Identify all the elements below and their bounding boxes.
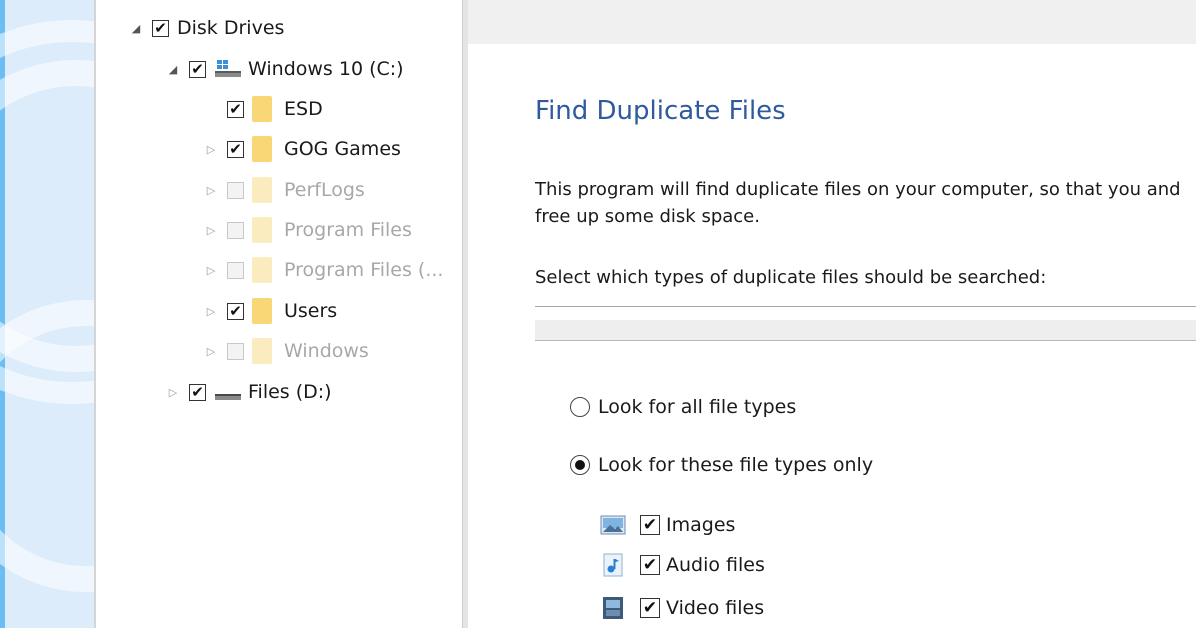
pane-splitter[interactable] [462,0,468,628]
folder-checkbox[interactable]: ✔ [227,140,244,158]
folder-icon [252,217,272,243]
files-drive-checkbox[interactable]: ✔ [189,383,206,401]
radio-selected-file-types[interactable]: Look for these file types only [570,452,873,478]
expand-arrow-icon[interactable]: ◢ [165,63,181,76]
radio-selected-dot [575,460,585,470]
audio-icon [600,553,626,577]
file-type-label: Audio files [666,554,765,576]
folder-checkbox[interactable]: ✔ [227,302,244,320]
tree-item-label: Files (D:) [248,381,332,403]
file-type-label: Images [666,514,736,536]
radio-label: Look for all file types [598,396,797,418]
file-type-audio[interactable]: ✔ Audio files [600,550,765,580]
folder-icon [252,257,272,283]
expand-arrow-icon[interactable]: ▷ [203,345,219,358]
expand-arrow-icon[interactable]: ▷ [203,224,219,237]
audio-files-checkbox[interactable]: ✔ [640,555,660,575]
background-arc [0,300,96,592]
windows-drive-checkbox[interactable]: ✔ [189,60,206,78]
tree-item-folder[interactable]: ▷ PerfLogs [203,175,365,205]
page-title: Find Duplicate Files [535,96,786,126]
expand-arrow-icon[interactable]: ◢ [128,22,144,35]
tree-item-folder[interactable]: ▷ ✔ Users [203,296,337,326]
separator-bar [535,320,1196,341]
file-types-label: Select which types of duplicate files sh… [535,267,1047,288]
radio-label: Look for these file types only [598,454,874,476]
expand-arrow-icon[interactable]: ▷ [203,264,219,277]
divider [535,306,1196,307]
folder-checkbox [227,261,244,279]
file-type-label: Video files [666,597,765,619]
tree-item-folder[interactable]: ▷ ✔ GOG Games [203,134,401,164]
windows-drive-icon [214,58,242,80]
images-checkbox[interactable]: ✔ [640,515,660,535]
tree-item-folder[interactable]: ▷ Program Files (... [203,255,443,285]
disk-drives-checkbox[interactable]: ✔ [152,19,169,37]
tree-item-label: Users [284,300,338,322]
hard-drive-icon [214,381,242,403]
tree-item-folder[interactable]: ✔ ESD [203,94,323,124]
tree-item-windows-drive[interactable]: ◢ ✔ Windows 10 (C:) [165,54,404,84]
tree-item-folder[interactable]: ▷ Program Files [203,215,412,245]
tree-item-files-drive[interactable]: ▷ ✔ Files (D:) [165,377,332,407]
folder-icon [252,177,272,203]
expand-arrow-icon[interactable]: ▷ [203,184,219,197]
tree-item-disk-drives[interactable]: ◢ ✔ Disk Drives [128,13,285,43]
folder-checkbox [227,221,244,239]
tree-item-label: Windows [284,340,369,362]
background-decoration [0,0,96,628]
file-type-video[interactable]: ✔ Video files [600,593,764,623]
folder-checkbox[interactable]: ✔ [227,100,244,118]
tree-item-label: ESD [284,98,323,120]
file-type-images[interactable]: ✔ Images [600,510,735,540]
radio-button[interactable] [570,397,590,417]
expand-arrow-icon[interactable]: ▷ [203,143,219,156]
radio-all-file-types[interactable]: Look for all file types [570,394,796,420]
expand-arrow-icon[interactable]: ▷ [165,386,181,399]
tree-item-label: GOG Games [284,138,401,160]
tree-item-label: Disk Drives [177,17,285,39]
folder-icon [252,338,272,364]
tree-item-label: Program Files [284,219,412,241]
image-icon [600,513,626,537]
description-text: This program will find duplicate files o… [535,179,1181,227]
folder-icon [252,96,272,122]
video-icon [600,596,626,620]
folder-checkbox [227,181,244,199]
tree-item-label: Program Files (... [284,259,444,281]
tree-item-label: Windows 10 (C:) [248,58,404,80]
video-files-checkbox[interactable]: ✔ [640,598,660,618]
tree-item-folder[interactable]: ▷ Windows [203,336,369,366]
header-band [468,0,1196,44]
radio-button[interactable] [570,455,590,475]
tree-item-label: PerfLogs [284,179,365,201]
folder-icon [252,136,272,162]
folder-icon [252,298,272,324]
expand-arrow-icon[interactable]: ▷ [203,305,219,318]
folder-checkbox [227,342,244,360]
